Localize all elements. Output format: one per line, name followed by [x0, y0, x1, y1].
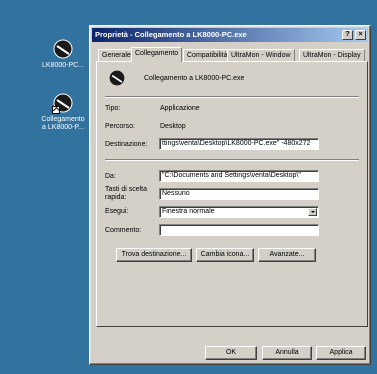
shortcut-name: Collegamento a LK8000-PC.exe	[144, 75, 245, 82]
run-label: Esegui:	[105, 208, 129, 215]
desktop-icon-lk8000[interactable]: LK8000-PC...	[38, 38, 88, 70]
tab-generale[interactable]: Generale	[98, 49, 135, 61]
shortcut-panel: Collegamento a LK8000-PC.exe Tipo: Appli…	[96, 61, 368, 327]
shortcut-arrow-icon	[52, 106, 60, 114]
advanced-button[interactable]: Avanzate...	[258, 248, 316, 262]
hotkey-field[interactable]: Nessuno	[159, 188, 319, 200]
apply-button[interactable]: Applica	[316, 346, 366, 360]
ok-button[interactable]: OK	[205, 346, 257, 360]
lk8000-shortcut-icon	[52, 92, 74, 114]
run-select-value: Finestra normale	[162, 208, 215, 215]
hotkey-label: Tasti di scelta rapida:	[105, 186, 148, 201]
title-bar[interactable]: Proprietà - Collegamento a LK8000-PC.exe…	[92, 28, 368, 42]
target-field[interactable]: ttings\venta\Desktop\LK8000-PC.exe" -480…	[159, 138, 319, 150]
comment-label: Commento:	[105, 227, 142, 234]
chevron-down-icon[interactable]	[308, 208, 317, 216]
separator	[105, 159, 359, 161]
tab-strip: Generale Collegamento Compatibilità Ultr…	[96, 47, 368, 62]
properties-dialog: Proprietà - Collegamento a LK8000-PC.exe…	[89, 25, 371, 365]
find-target-button[interactable]: Trova destinazione...	[116, 248, 192, 262]
path-label: Percorso:	[105, 123, 135, 130]
desktop-icon-label: Collegamento a LK8000-P...	[41, 116, 85, 131]
help-button[interactable]: ?	[342, 30, 353, 40]
cancel-button[interactable]: Annulla	[262, 346, 312, 360]
tab-ultramon-display[interactable]: UltraMon - Display	[299, 49, 365, 61]
close-button[interactable]: ×	[355, 30, 366, 40]
start-in-field[interactable]: "C:\Documents and Settings\venta\Desktop…	[159, 170, 319, 182]
separator	[105, 96, 359, 98]
desktop-icon-lk8000-shortcut[interactable]: Collegamento a LK8000-P...	[38, 92, 88, 132]
window-title: Proprietà - Collegamento a LK8000-PC.exe	[95, 30, 247, 39]
tab-ultramon-window[interactable]: UltraMon - Window	[227, 49, 295, 61]
desktop-icon-label: LK8000-PC...	[41, 62, 85, 69]
shortcut-large-icon	[108, 69, 126, 87]
lk8000-app-icon	[52, 38, 74, 60]
target-label: Destinazione:	[105, 141, 148, 148]
path-value: Desktop	[160, 123, 186, 130]
comment-field[interactable]	[159, 224, 319, 236]
tab-compatibilita[interactable]: Compatibilità	[183, 49, 232, 61]
run-select[interactable]: Finestra normale	[159, 206, 319, 218]
type-value: Applicazione	[160, 105, 200, 112]
start-in-label: Da:	[105, 173, 116, 180]
tab-collegamento[interactable]: Collegamento	[131, 47, 183, 62]
change-icon-button[interactable]: Cambia icona...	[196, 248, 254, 262]
type-label: Tipo:	[105, 105, 121, 112]
